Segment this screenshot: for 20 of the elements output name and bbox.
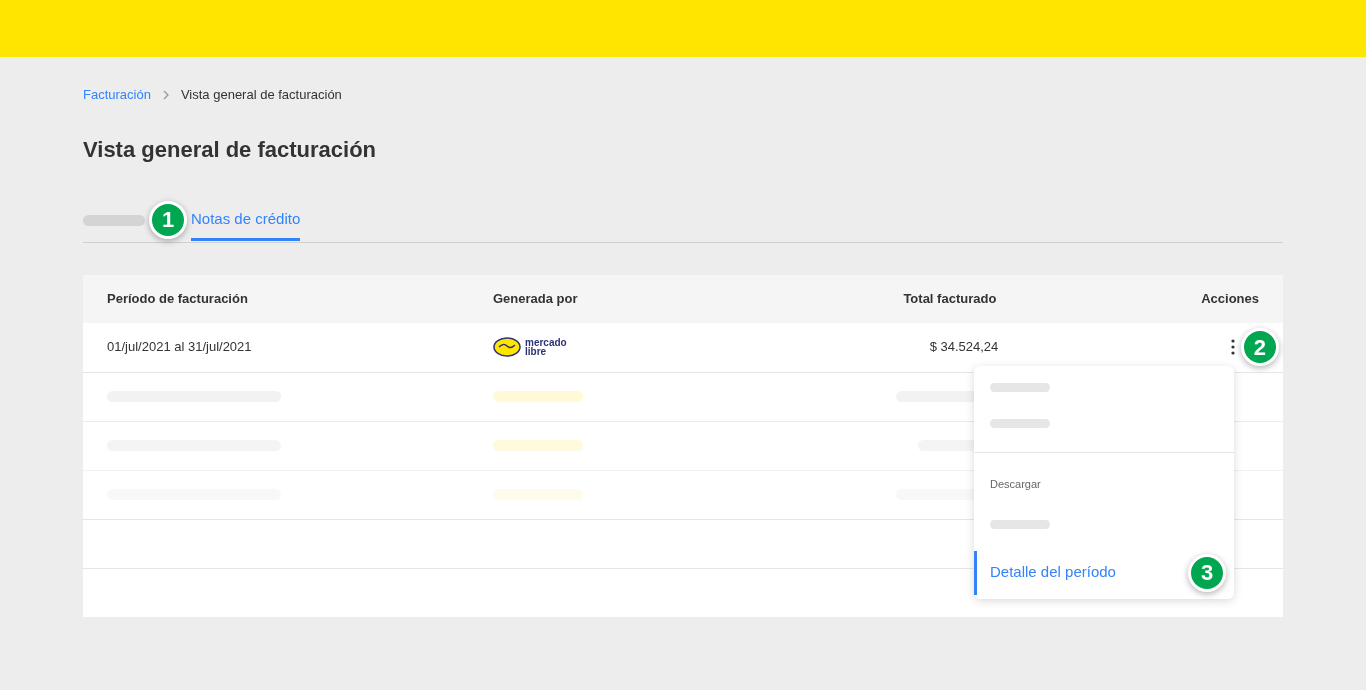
menu-item-placeholder[interactable]: [990, 383, 1050, 392]
menu-item[interactable]: Detalle del período: [974, 550, 1116, 595]
table-cell-text: $ 34.524,24: [928, 338, 999, 357]
menu-item-placeholder[interactable]: [990, 419, 1050, 428]
page-title: Vista general de facturación: [83, 135, 378, 164]
column-header: Acciones: [1201, 290, 1259, 306]
column-header: Generada por: [493, 290, 578, 306]
table-cell-text: 01/jul/2021 al 31/jul/2021: [107, 338, 253, 357]
more-vertical-icon[interactable]: [1231, 339, 1235, 355]
menu-section-heading: Descargar: [990, 477, 1041, 493]
step-number-badge: 2: [1241, 328, 1279, 366]
step-number-badge: 1: [149, 200, 187, 239]
mercado-libre-logo: mercado libre: [493, 337, 567, 357]
breadcrumb-current: Vista general de facturación: [180, 86, 342, 104]
column-header: Total facturado: [903, 290, 997, 306]
column-header: Período de facturación: [107, 290, 248, 306]
chevron-right-icon: [162, 89, 169, 100]
breadcrumb-link[interactable]: Facturación: [83, 85, 151, 105]
tab[interactable]: Notas de crédito: [191, 201, 301, 241]
menu-item-placeholder[interactable]: [990, 520, 1050, 529]
